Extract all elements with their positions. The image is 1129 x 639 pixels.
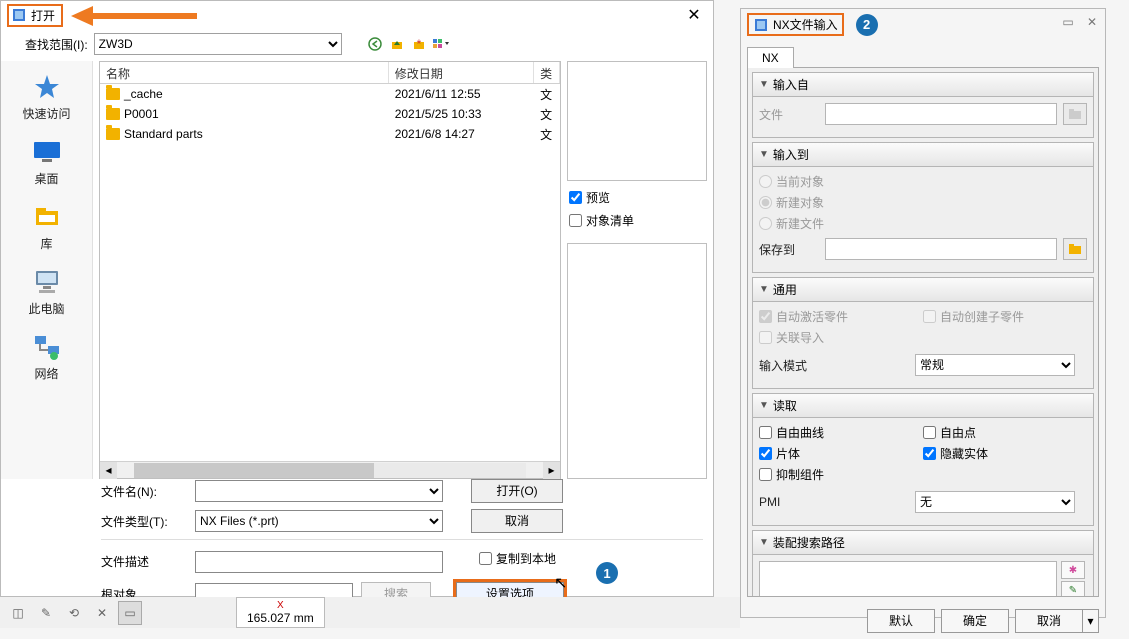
annotation-badge-1: 1 <box>596 562 618 584</box>
chk-assoc-import: 关联导入 <box>759 329 923 346</box>
horizontal-scrollbar[interactable]: ◂ ▸ <box>100 461 560 478</box>
look-in-row: 查找范围(I): ZW3D * <box>1 29 713 61</box>
cancel-button[interactable]: 取消 <box>471 509 563 533</box>
open-button[interactable]: 打开(O) <box>471 479 563 503</box>
look-in-label: 查找范围(I): <box>25 36 88 53</box>
tool-x[interactable]: ✕ <box>90 601 114 625</box>
file-row[interactable]: P0001 2021/5/25 10:33 文 <box>100 104 560 124</box>
browse-save-button[interactable] <box>1063 238 1087 260</box>
file-name-label: 文件名(N): <box>101 483 187 500</box>
copy-local-checkbox[interactable]: 复制到本地 <box>479 550 556 567</box>
close-button[interactable]: ✕ <box>681 4 707 26</box>
file-type-label: 文件类型(T): <box>101 513 187 530</box>
tool-3[interactable]: ⟲ <box>62 601 86 625</box>
nx-icon <box>753 17 769 33</box>
assembly-path-list[interactable] <box>759 561 1057 597</box>
folder-icon <box>106 108 120 120</box>
section-input-to[interactable]: ▼输入到 <box>752 142 1094 167</box>
column-header-name[interactable]: 名称 <box>100 62 389 83</box>
path-add-button[interactable]: ✱ <box>1061 561 1085 579</box>
svg-text:*: * <box>416 37 421 51</box>
app-icon <box>11 7 27 23</box>
path-edit-button[interactable]: ✎ <box>1061 581 1085 597</box>
section-read[interactable]: ▼读取 <box>752 393 1094 418</box>
file-path-input[interactable] <box>825 103 1057 125</box>
look-in-select[interactable]: ZW3D <box>94 33 342 55</box>
view-menu-icon[interactable] <box>432 35 450 53</box>
places-bar: 快速访问 桌面 库 此电脑 网络 <box>1 61 93 479</box>
pmi-label: PMI <box>759 495 909 509</box>
import-mode-select[interactable]: 常规 <box>915 354 1075 376</box>
place-desktop[interactable]: 桌面 <box>5 132 89 193</box>
coordinate-readout: X 165.027 mm <box>236 597 325 628</box>
object-list-box <box>567 243 707 479</box>
open-file-dialog: 打开 ✕ 查找范围(I): ZW3D * 快速访问 桌面 <box>0 0 714 597</box>
default-button[interactable]: 默认 <box>867 609 935 633</box>
radio-new-file: 新建文件 <box>759 215 1087 232</box>
cancel-button[interactable]: 取消 <box>1015 609 1083 633</box>
column-header-type[interactable]: 类 <box>534 62 560 83</box>
minimize-icon[interactable]: ▭ <box>1059 15 1077 29</box>
folder-icon <box>106 88 120 100</box>
file-row[interactable]: Standard parts 2021/6/8 14:27 文 <box>100 124 560 144</box>
tool-2[interactable]: ✎ <box>34 601 58 625</box>
browse-file-button[interactable] <box>1063 103 1087 125</box>
save-to-input[interactable] <box>825 238 1057 260</box>
radio-new-object: 新建对象 <box>759 194 1087 211</box>
place-network[interactable]: 网络 <box>5 327 89 388</box>
place-quick-access[interactable]: 快速访问 <box>5 67 89 128</box>
back-icon[interactable] <box>366 35 384 53</box>
up-folder-icon[interactable] <box>388 35 406 53</box>
radio-current-object: 当前对象 <box>759 173 1087 190</box>
new-folder-icon[interactable]: * <box>410 35 428 53</box>
chk-suppress[interactable]: 抑制组件 <box>759 466 923 483</box>
file-desc-label: 文件描述 <box>101 553 187 570</box>
bottom-toolbar: ◫ ✎ ⟲ ✕ ▭ X 165.027 mm <box>0 597 740 628</box>
preview-box <box>567 61 707 181</box>
section-assembly-path[interactable]: ▼装配搜索路径 <box>752 530 1094 555</box>
import-mode-label: 输入模式 <box>759 357 909 374</box>
chk-hidden[interactable]: 隐藏实体 <box>923 445 1087 462</box>
file-label: 文件 <box>759 106 819 123</box>
chk-free-curve[interactable]: 自由曲线 <box>759 424 923 441</box>
dialog-title: 打开 <box>31 7 55 24</box>
tool-1[interactable]: ◫ <box>6 601 30 625</box>
chk-free-point[interactable]: 自由点 <box>923 424 1087 441</box>
cancel-dropdown[interactable]: ▾ <box>1083 609 1099 633</box>
chk-sheet[interactable]: 片体 <box>759 445 923 462</box>
section-input-from[interactable]: ▼输入自 <box>752 72 1094 97</box>
folder-icon <box>106 128 120 140</box>
file-rows[interactable]: _cache 2021/6/11 12:55 文 P0001 2021/5/25… <box>100 84 560 461</box>
chk-auto-activate: 自动激活零件 <box>759 308 923 325</box>
tab-nx[interactable]: NX <box>747 47 794 68</box>
place-libraries[interactable]: 库 <box>5 197 89 258</box>
save-to-label: 保存到 <box>759 241 819 258</box>
pmi-select[interactable]: 无 <box>915 491 1075 513</box>
annotation-arrow <box>71 9 197 23</box>
file-row[interactable]: _cache 2021/6/11 12:55 文 <box>100 84 560 104</box>
chk-auto-create-child: 自动创建子零件 <box>923 308 1087 325</box>
nx-import-panel: NX文件输入 2 ▭ ✕ NX ▼输入自 文件 ▼输入到 当前对象 新建对象 新… <box>740 8 1106 618</box>
file-name-field[interactable] <box>195 480 443 502</box>
file-list: 名称 修改日期 类 _cache 2021/6/11 12:55 文 P0001… <box>99 61 561 479</box>
file-type-select[interactable]: NX Files (*.prt) <box>195 510 443 532</box>
section-general[interactable]: ▼通用 <box>752 277 1094 302</box>
ok-button[interactable]: 确定 <box>941 609 1009 633</box>
column-header-date[interactable]: 修改日期 <box>389 62 534 83</box>
place-this-pc[interactable]: 此电脑 <box>5 262 89 323</box>
file-desc-field[interactable] <box>195 551 443 573</box>
tool-4[interactable]: ▭ <box>118 601 142 625</box>
object-list-checkbox[interactable]: 对象清单 <box>569 212 705 229</box>
nx-panel-title: NX文件输入 <box>773 16 838 33</box>
annotation-badge-2: 2 <box>856 14 878 36</box>
preview-checkbox[interactable]: 预览 <box>569 189 705 206</box>
close-icon[interactable]: ✕ <box>1083 15 1101 29</box>
